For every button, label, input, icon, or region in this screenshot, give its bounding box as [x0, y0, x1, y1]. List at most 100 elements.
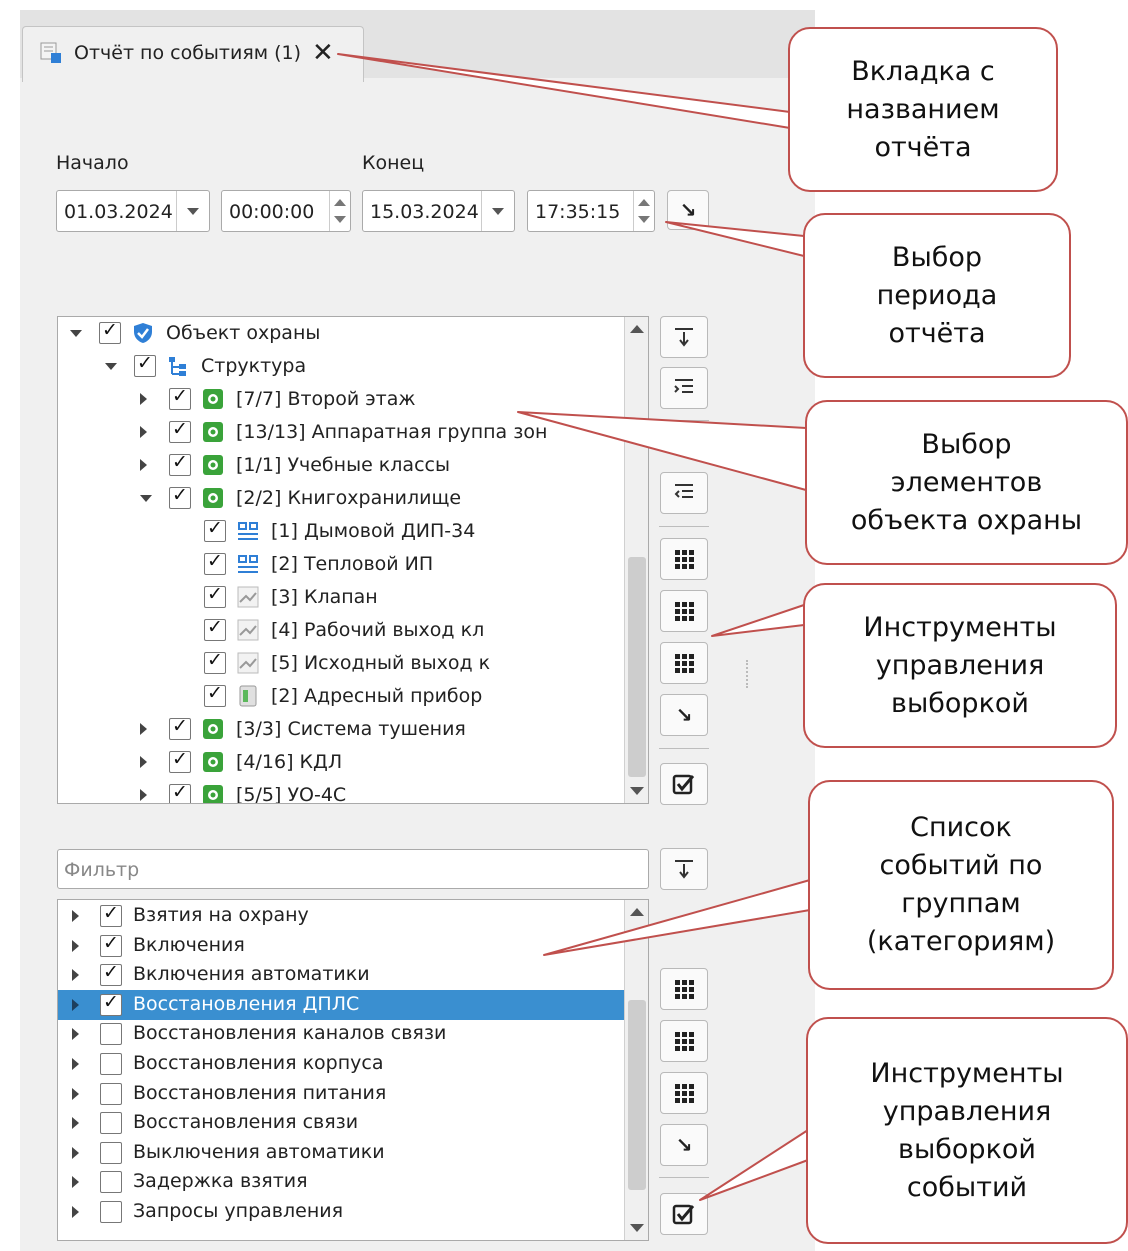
- event-category-row[interactable]: Запросы управления: [58, 1197, 624, 1227]
- events-go-to-button[interactable]: ↘: [660, 1124, 708, 1166]
- tree-row[interactable]: [4] Рабочий выход кл: [58, 614, 624, 647]
- event-category-row[interactable]: Задержка взятия: [58, 1167, 624, 1197]
- collapsed-arrow-icon[interactable]: [72, 969, 79, 982]
- event-category-row[interactable]: Восстановления ДПЛС: [58, 989, 624, 1020]
- tree-checkbox[interactable]: [169, 781, 191, 803]
- event-checkbox[interactable]: [100, 1023, 122, 1046]
- event-checkbox[interactable]: [100, 902, 122, 927]
- tree-checkbox[interactable]: [204, 649, 226, 674]
- event-checkbox[interactable]: [100, 1141, 122, 1164]
- time-spinner-icon[interactable]: [329, 191, 350, 231]
- tree-row[interactable]: [3/3] Система тушения: [58, 713, 624, 746]
- event-checkbox[interactable]: [100, 1112, 122, 1135]
- tree-row[interactable]: [1] Дымовой ДИП-34: [58, 515, 624, 548]
- collapsed-arrow-icon[interactable]: [140, 723, 147, 735]
- collapsed-arrow-icon[interactable]: [72, 1058, 79, 1070]
- expanded-arrow-icon[interactable]: [140, 495, 152, 502]
- end-time-field[interactable]: 17:35:15: [527, 190, 655, 232]
- tree-row[interactable]: [2] Адресный прибор: [58, 680, 624, 713]
- event-category-row[interactable]: Восстановления связи: [58, 1108, 624, 1138]
- event-checkbox[interactable]: [100, 932, 122, 957]
- expanded-arrow-icon[interactable]: [70, 330, 82, 337]
- tree-row[interactable]: [5] Исходный выход к: [58, 647, 624, 680]
- scroll-thumb[interactable]: [628, 557, 646, 777]
- tree-checkbox[interactable]: [169, 451, 191, 476]
- scroll-up-icon[interactable]: [630, 325, 644, 333]
- deselect-all-button[interactable]: [660, 590, 708, 632]
- event-checkbox[interactable]: [100, 1201, 122, 1223]
- tree-row[interactable]: Структура: [58, 350, 624, 383]
- time-spinner-icon[interactable]: [633, 191, 654, 231]
- collapsed-arrow-icon[interactable]: [140, 426, 147, 438]
- collapsed-arrow-icon[interactable]: [72, 1028, 79, 1041]
- filter-input[interactable]: [62, 858, 636, 882]
- filter-field[interactable]: [57, 849, 649, 889]
- expanded-arrow-icon[interactable]: [105, 363, 117, 370]
- event-category-row[interactable]: Восстановления корпуса: [58, 1049, 624, 1079]
- tab-close-button[interactable]: ✕: [312, 38, 334, 68]
- collapsed-arrow-icon[interactable]: [140, 393, 147, 405]
- tree-row[interactable]: [13/13] Аппаратная группа зон: [58, 416, 624, 449]
- collapsed-arrow-icon[interactable]: [140, 756, 147, 768]
- collapsed-arrow-icon[interactable]: [72, 939, 79, 952]
- collapsed-arrow-icon[interactable]: [72, 1117, 79, 1130]
- apply-period-button[interactable]: ↘: [667, 190, 709, 230]
- event-checkbox[interactable]: [100, 1082, 122, 1105]
- collapsed-arrow-icon[interactable]: [72, 998, 79, 1011]
- tree-checkbox[interactable]: [204, 583, 226, 608]
- end-date-field[interactable]: 15.03.2024: [362, 190, 515, 232]
- events-sort-button[interactable]: [660, 848, 708, 890]
- expand-all-button[interactable]: [660, 367, 708, 409]
- tree-checkbox[interactable]: [169, 715, 191, 740]
- tree-checkbox[interactable]: [204, 550, 226, 575]
- scroll-down-icon[interactable]: [630, 787, 644, 795]
- start-date-field[interactable]: 01.03.2024: [56, 190, 210, 232]
- events-apply-selection-button[interactable]: [660, 1193, 708, 1235]
- scroll-down-icon[interactable]: [630, 1224, 644, 1232]
- invert-selection-button[interactable]: [660, 642, 708, 684]
- collapsed-arrow-icon[interactable]: [72, 1206, 79, 1218]
- chevron-down-icon[interactable]: [176, 191, 209, 231]
- tree-checkbox[interactable]: [169, 385, 191, 410]
- tree-row[interactable]: [7/7] Второй этаж: [58, 383, 624, 416]
- tree-checkbox[interactable]: [204, 517, 226, 542]
- event-category-row[interactable]: Восстановления питания: [58, 1079, 624, 1109]
- tree-row[interactable]: [4/16] КДЛ: [58, 746, 624, 779]
- events-scrollbar[interactable]: [624, 900, 648, 1240]
- collapse-all-button[interactable]: [660, 472, 708, 514]
- collapsed-arrow-icon[interactable]: [140, 459, 147, 471]
- event-category-row[interactable]: Включения: [58, 931, 624, 961]
- go-to-button[interactable]: ↘: [660, 694, 708, 736]
- tree-checkbox[interactable]: [169, 418, 191, 443]
- collapsed-arrow-icon[interactable]: [72, 1087, 79, 1100]
- event-checkbox[interactable]: [100, 1053, 122, 1075]
- events-select-all-button[interactable]: [660, 968, 708, 1010]
- object-tree-scrollbar[interactable]: [624, 317, 648, 803]
- start-time-field[interactable]: 00:00:00: [221, 190, 351, 232]
- apply-selection-button[interactable]: [660, 763, 708, 805]
- collapsed-arrow-icon[interactable]: [140, 789, 147, 801]
- collapsed-arrow-icon[interactable]: [72, 1146, 79, 1159]
- chevron-down-icon[interactable]: [481, 191, 514, 231]
- tree-checkbox[interactable]: [204, 616, 226, 641]
- sort-button[interactable]: [660, 316, 708, 358]
- event-category-row[interactable]: Выключения автоматики: [58, 1138, 624, 1168]
- tree-row[interactable]: [2/2] Книгохранилище: [58, 482, 624, 515]
- event-checkbox[interactable]: [100, 1171, 122, 1194]
- tree-row[interactable]: [2] Тепловой ИП: [58, 548, 624, 581]
- tree-checkbox[interactable]: [169, 748, 191, 773]
- tree-row[interactable]: [1/1] Учебные классы: [58, 449, 624, 482]
- tree-checkbox[interactable]: [169, 484, 191, 509]
- tree-row[interactable]: [3] Клапан: [58, 581, 624, 614]
- tree-checkbox[interactable]: [99, 319, 121, 344]
- events-invert-selection-button[interactable]: [660, 1072, 708, 1114]
- select-all-button[interactable]: [660, 538, 708, 580]
- tree-row[interactable]: Объект охраны: [58, 317, 624, 350]
- event-checkbox[interactable]: [100, 991, 122, 1016]
- event-category-row[interactable]: Взятия на охрану: [58, 901, 624, 931]
- event-category-row[interactable]: Включения автоматики: [58, 960, 624, 990]
- event-category-row[interactable]: Восстановления каналов связи: [58, 1019, 624, 1049]
- tree-checkbox[interactable]: [204, 682, 226, 707]
- event-checkbox[interactable]: [100, 961, 122, 987]
- collapsed-arrow-icon[interactable]: [72, 1176, 79, 1189]
